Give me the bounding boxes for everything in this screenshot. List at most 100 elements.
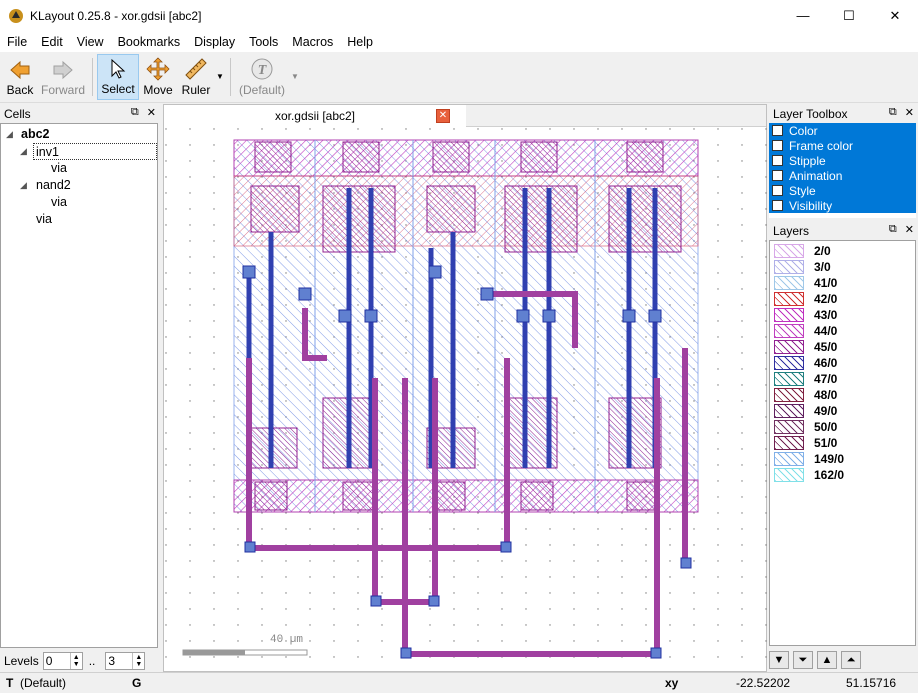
layer-row[interactable]: 149/0 bbox=[774, 451, 844, 467]
svg-text:T: T bbox=[258, 63, 268, 78]
close-icon[interactable]: ✕ bbox=[147, 106, 156, 119]
default-dropdown-icon[interactable]: ▼ bbox=[291, 72, 299, 81]
expand-arrow-icon[interactable]: ◢ bbox=[20, 146, 27, 157]
layer-row[interactable]: 49/0 bbox=[774, 403, 837, 419]
layer-swatch-icon bbox=[774, 436, 804, 450]
layer-swatch-icon bbox=[774, 308, 804, 322]
menu-display[interactable]: Display bbox=[187, 35, 242, 49]
close-icon[interactable]: ✕ bbox=[905, 223, 914, 236]
back-arrow-icon bbox=[10, 60, 30, 80]
layer-swatch-icon bbox=[774, 452, 804, 466]
checkbox-icon[interactable] bbox=[772, 155, 783, 166]
mode-text: (Default) bbox=[20, 676, 67, 690]
menu-edit[interactable]: Edit bbox=[34, 35, 70, 49]
cells-panel-header: Cells ⧉ ✕ bbox=[0, 105, 160, 123]
layer-row[interactable]: 50/0 bbox=[774, 419, 837, 435]
spin-arrows-icon[interactable]: ▲ ▼ bbox=[132, 653, 144, 669]
layer-name: 41/0 bbox=[814, 276, 838, 290]
forward-button[interactable]: Forward bbox=[40, 54, 86, 100]
layer-row[interactable]: 48/0 bbox=[774, 387, 837, 403]
checkbox-icon[interactable] bbox=[772, 200, 783, 211]
move-top-icon[interactable]: ⏶ bbox=[841, 651, 861, 669]
layer-swatch-icon bbox=[774, 260, 804, 274]
layer-swatch-icon bbox=[774, 276, 804, 290]
layer-name: 44/0 bbox=[814, 324, 838, 338]
layer-row[interactable]: 162/0 bbox=[774, 467, 844, 483]
layer-row[interactable]: 42/0 bbox=[774, 291, 837, 307]
move-down-icon[interactable]: ▼ bbox=[769, 651, 789, 669]
tree-item-via[interactable]: via bbox=[36, 211, 52, 228]
toolbox-style[interactable]: Style bbox=[769, 183, 916, 198]
float-icon[interactable]: ⧉ bbox=[889, 106, 897, 119]
ruler-dropdown-icon[interactable]: ▼ bbox=[216, 72, 224, 81]
move-button[interactable]: Move bbox=[142, 54, 174, 100]
tree-item-inv1[interactable]: inv1 bbox=[33, 143, 157, 160]
layer-swatch-icon bbox=[774, 420, 804, 434]
toolbar-separator bbox=[230, 58, 231, 96]
layer-row[interactable]: 46/0 bbox=[774, 355, 837, 371]
default-mode-button[interactable]: T (Default) bbox=[236, 54, 288, 100]
tree-item-abc2[interactable]: abc2 bbox=[21, 126, 50, 143]
menu-bar: File Edit View Bookmarks Display Tools M… bbox=[0, 31, 918, 52]
float-icon[interactable]: ⧉ bbox=[889, 223, 897, 236]
layer-swatch-icon bbox=[774, 468, 804, 482]
layer-swatch-icon bbox=[774, 340, 804, 354]
layer-name: 149/0 bbox=[814, 452, 845, 466]
maximize-button[interactable]: ☐ bbox=[826, 0, 872, 31]
layer-row[interactable]: 3/0 bbox=[774, 259, 831, 275]
coord-y: 51.15716 bbox=[846, 676, 897, 690]
status-bar: T (Default) G xy -22.52202 51.15716 bbox=[0, 672, 918, 693]
menu-help[interactable]: Help bbox=[340, 35, 380, 49]
tree-item-nand2[interactable]: nand2 bbox=[36, 177, 71, 194]
menu-tools[interactable]: Tools bbox=[242, 35, 285, 49]
menu-view[interactable]: View bbox=[70, 35, 111, 49]
toolbox-color[interactable]: Color bbox=[769, 123, 916, 138]
menu-bookmarks[interactable]: Bookmarks bbox=[111, 35, 188, 49]
back-button[interactable]: Back bbox=[4, 54, 36, 100]
menu-file[interactable]: File bbox=[0, 35, 34, 49]
checkbox-icon[interactable] bbox=[772, 125, 783, 136]
toolbox-animation[interactable]: Animation bbox=[769, 168, 916, 183]
close-window-button[interactable]: ✕ bbox=[872, 0, 918, 31]
expand-arrow-icon[interactable]: ◢ bbox=[6, 129, 13, 140]
cells-panel-title: Cells bbox=[4, 107, 31, 121]
toolbox-stipple[interactable]: Stipple bbox=[769, 153, 916, 168]
tab-xor-gdsii[interactable]: xor.gdsii [abc2] ✕ bbox=[164, 105, 466, 127]
layer-row[interactable]: 45/0 bbox=[774, 339, 837, 355]
layer-swatch-icon bbox=[774, 244, 804, 258]
layer-swatch-icon bbox=[774, 292, 804, 306]
layout-canvas[interactable]: 40 µm bbox=[165, 128, 767, 672]
layer-toolbox-title: Layer Toolbox bbox=[773, 107, 848, 121]
move-up-icon[interactable]: ▲ bbox=[817, 651, 837, 669]
levels-from-spinbox[interactable]: 0 ▲ ▼ bbox=[42, 652, 83, 670]
layer-row[interactable]: 47/0 bbox=[774, 371, 837, 387]
layer-row[interactable]: 43/0 bbox=[774, 307, 837, 323]
layer-toolbox-header: Layer Toolbox ⧉ ✕ bbox=[769, 105, 918, 123]
move-bottom-icon[interactable]: ⏷ bbox=[793, 651, 813, 669]
tree-item-via[interactable]: via bbox=[51, 194, 67, 211]
layer-row[interactable]: 51/0 bbox=[774, 435, 837, 451]
layer-row[interactable]: 2/0 bbox=[774, 243, 831, 259]
minimize-button[interactable]: — bbox=[780, 0, 826, 31]
toolbox-visibility[interactable]: Visibility bbox=[769, 198, 916, 213]
layer-swatch-icon bbox=[774, 324, 804, 338]
spin-arrows-icon[interactable]: ▲ ▼ bbox=[69, 653, 82, 669]
checkbox-icon[interactable] bbox=[772, 140, 783, 151]
menu-macros[interactable]: Macros bbox=[285, 35, 340, 49]
close-icon[interactable]: ✕ bbox=[905, 106, 914, 119]
checkbox-icon[interactable] bbox=[772, 170, 783, 181]
toolbox-frame-color[interactable]: Frame color bbox=[769, 138, 916, 153]
layer-name: 3/0 bbox=[814, 260, 831, 274]
float-icon[interactable]: ⧉ bbox=[131, 106, 139, 119]
tab-close-icon[interactable]: ✕ bbox=[436, 109, 450, 123]
levels-to-spinbox[interactable]: 3 ▲ ▼ bbox=[105, 652, 146, 670]
expand-arrow-icon[interactable]: ◢ bbox=[20, 180, 27, 191]
checkbox-icon[interactable] bbox=[772, 185, 783, 196]
text-t-icon: T bbox=[251, 58, 273, 80]
layer-row[interactable]: 41/0 bbox=[774, 275, 837, 291]
tree-item-via[interactable]: via bbox=[51, 160, 67, 177]
scale-label: 40 µm bbox=[270, 634, 303, 646]
layer-row[interactable]: 44/0 bbox=[774, 323, 837, 339]
ruler-button[interactable]: Ruler bbox=[180, 54, 212, 100]
select-button[interactable]: Select bbox=[97, 54, 139, 100]
